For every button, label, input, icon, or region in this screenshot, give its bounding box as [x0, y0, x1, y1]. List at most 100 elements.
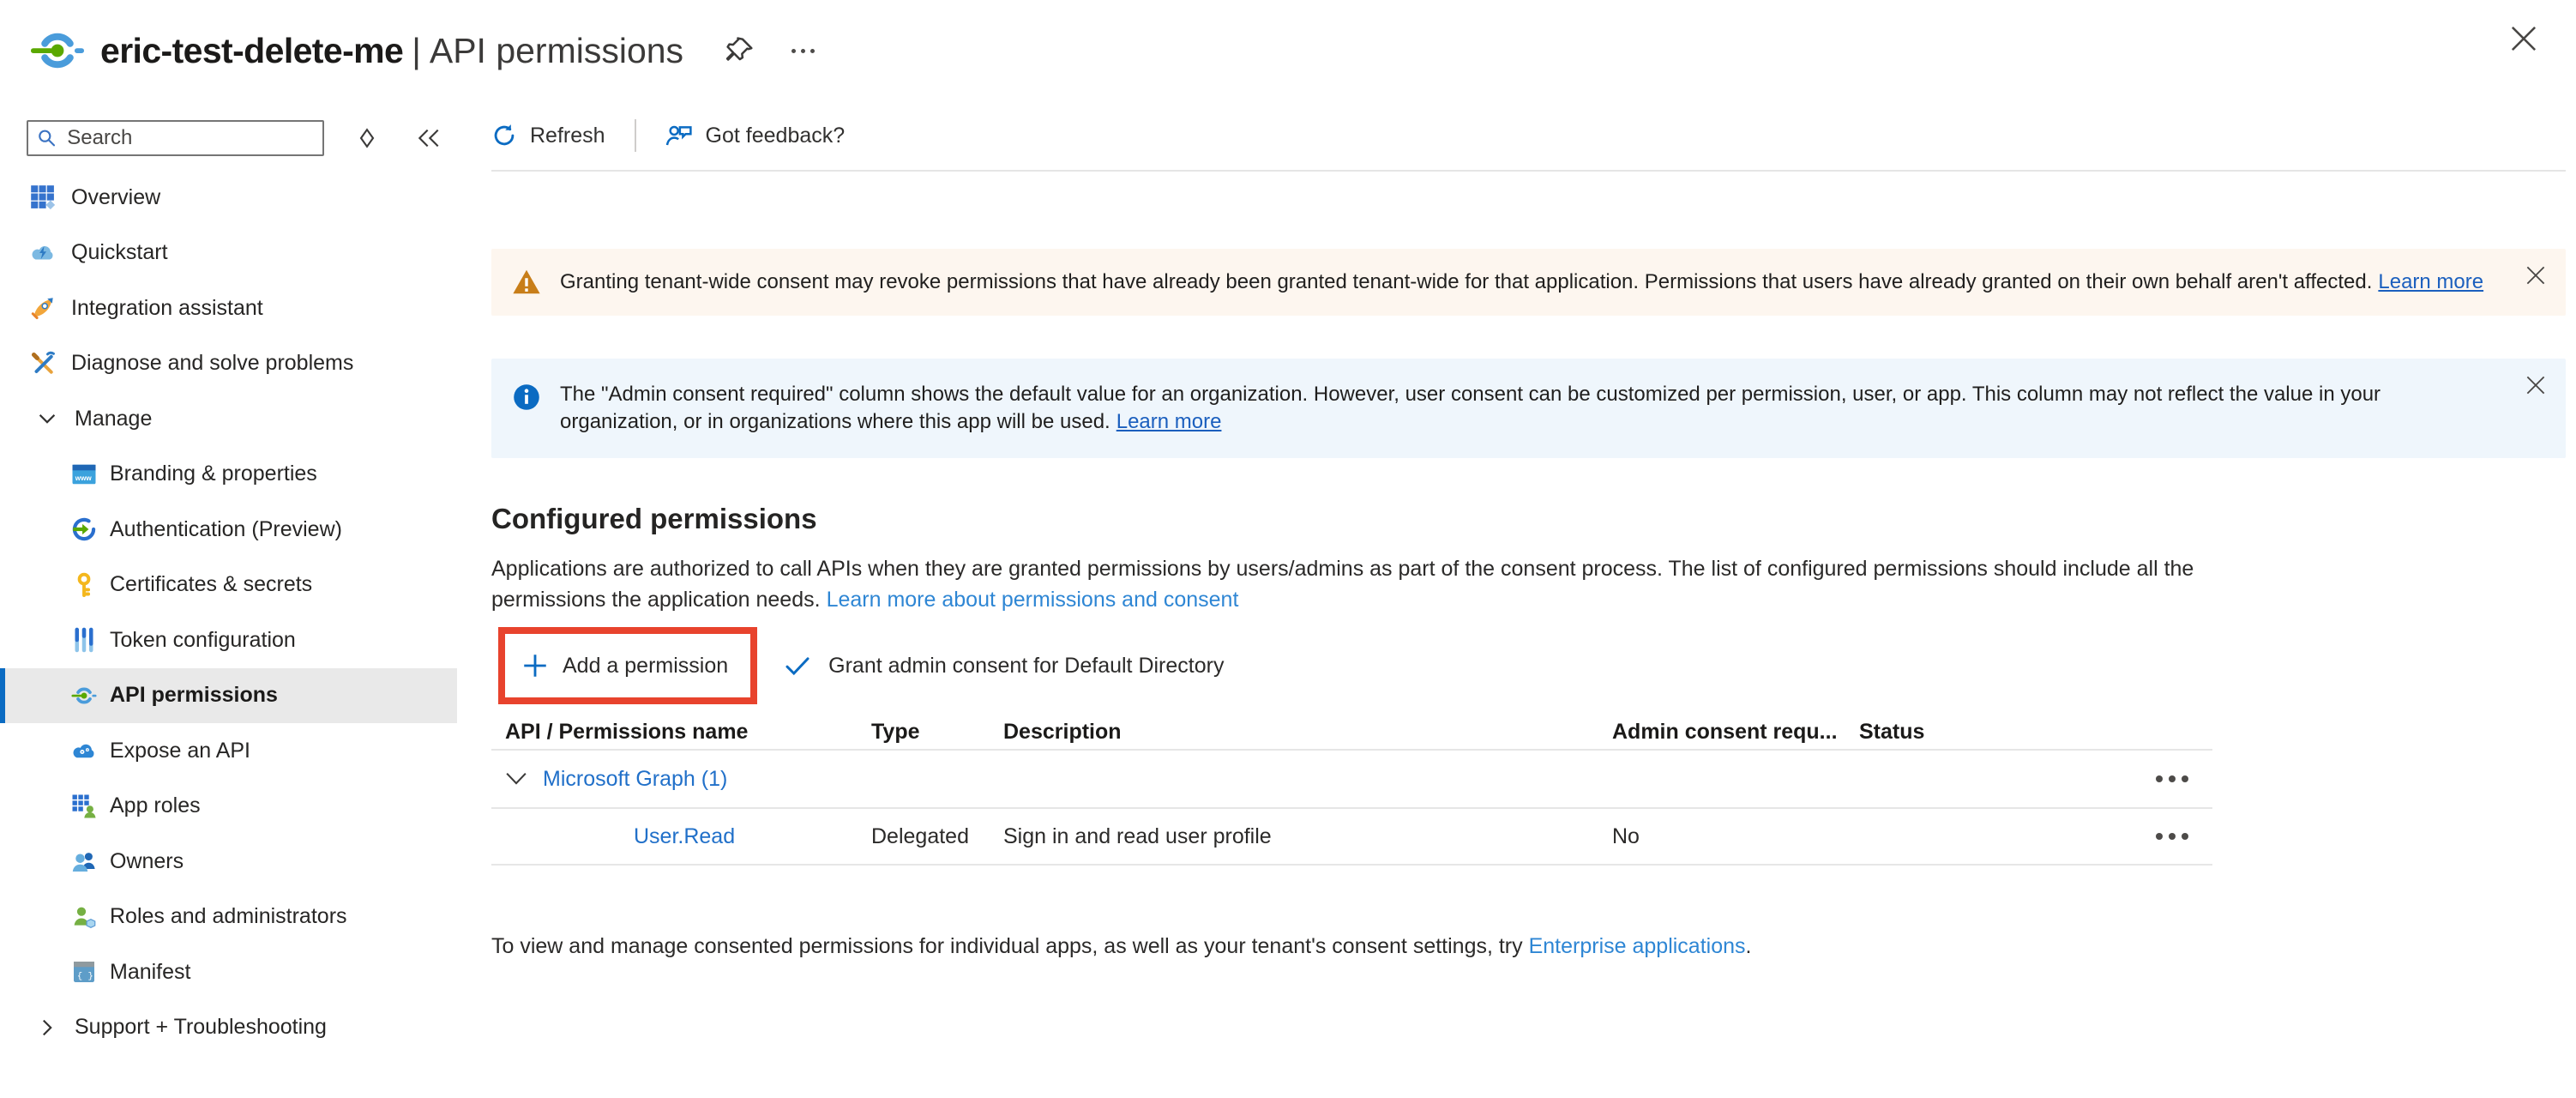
grant-admin-consent-button[interactable]: Grant admin consent for Default Director… [785, 653, 1224, 679]
toolbar: Refresh Got feedback? [491, 101, 2566, 172]
sidebar-item-label: App roles [110, 793, 201, 818]
permissions-actions-row: Add a permission Grant admin consent for… [491, 627, 2576, 704]
warning-learn-more-link[interactable]: Learn more [2378, 270, 2483, 293]
refresh-label: Refresh [530, 124, 605, 148]
warning-close-icon[interactable] [2523, 262, 2549, 288]
warning-banner: Granting tenant-wide consent may revoke … [491, 249, 2566, 316]
api-permissions-icon [71, 683, 97, 709]
sidebar-item-diagnose[interactable]: Diagnose and solve problems [0, 336, 457, 392]
sidebar-item-label: Token configuration [110, 628, 296, 653]
toolbar-divider [635, 119, 636, 152]
sidebar-item-quickstart[interactable]: Quickstart [0, 226, 457, 281]
key-icon [71, 572, 97, 598]
expand-chevron-icon[interactable] [505, 772, 527, 786]
info-close-icon[interactable] [2523, 372, 2549, 398]
sidebar-item-roles-administrators[interactable]: Roles and administrators [0, 890, 457, 945]
more-options-icon[interactable] [788, 40, 818, 62]
sidebar-item-label: Owners [110, 849, 184, 874]
grant-admin-consent-label: Grant admin consent for Default Director… [828, 654, 1224, 679]
sidebar-item-label: API permissions [110, 683, 278, 708]
user-read-link[interactable]: User.Read [634, 824, 735, 848]
column-header-description: Description [1003, 720, 1612, 750]
sliders-icon [71, 627, 97, 653]
row-actions-button[interactable] [2156, 833, 2212, 840]
row-actions-button[interactable] [2156, 775, 2212, 782]
cloud-gears-icon [71, 738, 97, 763]
microsoft-graph-link[interactable]: Microsoft Graph (1) [543, 767, 727, 792]
app-header: eric-test-delete-me | API permissions [0, 0, 2576, 101]
permissions-table: API / Permissions name Type Description … [491, 720, 2212, 866]
sidebar-item-owners[interactable]: Owners [0, 834, 457, 890]
section-description: Applications are authorized to call APIs… [491, 554, 2301, 615]
sidebar-item-authentication[interactable]: Authentication (Preview) [0, 502, 457, 558]
cell-admin-consent: No [1612, 824, 1859, 849]
sidebar-item-branding-properties[interactable]: www Branding & properties [0, 447, 457, 503]
pin-icon[interactable] [725, 35, 755, 66]
app-name: eric-test-delete-me [100, 31, 403, 71]
info-icon [512, 383, 541, 412]
chevron-right-icon [37, 1017, 57, 1038]
blade-name: API permissions [430, 31, 683, 71]
sidebar-item-token-configuration[interactable]: Token configuration [0, 612, 457, 668]
manifest-icon: { } [71, 959, 97, 985]
sidebar-item-expose-an-api[interactable]: Expose an API [0, 723, 457, 779]
sidebar-search-row [27, 120, 477, 156]
info-learn-more-link[interactable]: Learn more [1116, 410, 1222, 433]
sidebar-item-api-permissions[interactable]: API permissions [0, 668, 457, 724]
feedback-button[interactable]: Got feedback? [665, 123, 846, 148]
info-banner: The "Admin consent required" column show… [491, 359, 2566, 458]
info-text: The "Admin consent required" column show… [560, 381, 2497, 436]
column-header-status: Status [1859, 720, 2082, 750]
add-permission-button[interactable]: Add a permission [505, 634, 750, 697]
check-icon [785, 653, 810, 679]
table-header-row: API / Permissions name Type Description … [491, 720, 2212, 751]
section-title: Configured permissions [491, 503, 2576, 535]
branding-icon: www [71, 462, 97, 487]
page-title: eric-test-delete-me | API permissions [100, 31, 683, 71]
permissions-consent-link[interactable]: Learn more about permissions and consent [827, 588, 1239, 612]
warning-text: Granting tenant-wide consent may revoke … [560, 268, 2483, 296]
sidebar-item-label: Quickstart [71, 240, 168, 265]
refresh-icon [491, 123, 517, 148]
overview-icon [30, 184, 56, 210]
grid-person-icon [71, 793, 97, 819]
sidebar-item-integration-assistant[interactable]: Integration assistant [0, 281, 457, 336]
people-icon [71, 848, 97, 874]
table-row-microsoft-graph: Microsoft Graph (1) [491, 751, 2212, 809]
person-cube-icon [71, 904, 97, 930]
refresh-button[interactable]: Refresh [491, 123, 605, 148]
enterprise-applications-link[interactable]: Enterprise applications [1529, 934, 1746, 958]
sidebar-group-support[interactable]: Support + Troubleshooting [0, 1000, 457, 1056]
sidebar-item-label: Authentication (Preview) [110, 517, 342, 542]
footer-note: To view and manage consented permissions… [491, 934, 2576, 959]
search-box[interactable] [27, 120, 324, 156]
add-permission-label: Add a permission [563, 654, 728, 679]
search-icon [37, 127, 57, 149]
app-registration-logo-icon [30, 23, 85, 78]
search-input[interactable] [65, 125, 314, 151]
quickstart-icon [30, 240, 56, 266]
close-blade-icon[interactable] [2507, 22, 2540, 55]
cell-description: Sign in and read user profile [1003, 824, 1612, 849]
sidebar-group-label: Support + Troubleshooting [75, 1015, 327, 1040]
sidebar-group-manage[interactable]: Manage [0, 391, 457, 447]
sidebar-item-label: Branding & properties [110, 462, 317, 486]
sidebar-item-label: Diagnose and solve problems [71, 351, 353, 376]
authentication-icon [71, 516, 97, 542]
sidebar-item-overview[interactable]: Overview [0, 170, 457, 226]
collapse-menu-icon[interactable] [415, 126, 442, 150]
resize-menu-icon[interactable] [355, 126, 379, 150]
column-header-admin-consent: Admin consent requ... [1612, 720, 1859, 750]
svg-text:{ }: { } [77, 972, 93, 982]
column-header-api-permissions-name: API / Permissions name [505, 720, 871, 750]
sidebar-item-manifest[interactable]: { } Manifest [0, 944, 457, 1000]
plus-icon [522, 653, 548, 679]
sidebar-item-label: Expose an API [110, 739, 250, 763]
sidebar-item-label: Overview [71, 185, 160, 210]
sidebar-nav: Overview Quickstart [0, 170, 457, 1055]
sidebar-item-app-roles[interactable]: App roles [0, 779, 457, 835]
table-row-user-read: User.Read Delegated Sign in and read use… [491, 809, 2212, 866]
sidebar-item-certificates-secrets[interactable]: Certificates & secrets [0, 558, 457, 613]
sidebar: Overview Quickstart [0, 101, 477, 1055]
main-panel: Refresh Got feedback? [477, 101, 2576, 1055]
